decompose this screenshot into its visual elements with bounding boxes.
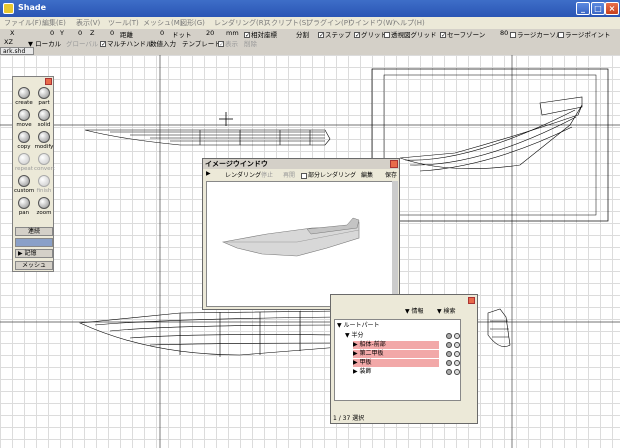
tree-item-deck[interactable]: ▶ 甲板 bbox=[335, 359, 462, 367]
browser-header: ▼ 情報 ▼ 検索 bbox=[331, 306, 477, 315]
mode-toolbar: XZ ▼ ローカル グローバル マルチハンドル 数値入力 テンプレート 表示 削… bbox=[0, 38, 620, 48]
image-window: イメージウインドウ ▶ レンダリング 停止 再開 部分レンダリング 編集 保存 bbox=[202, 158, 400, 310]
y-label: Y bbox=[60, 29, 64, 37]
info-dropdown[interactable]: ▼ 情報 bbox=[405, 306, 424, 315]
image-window-title: イメージウインドウ bbox=[203, 159, 399, 169]
rendered-ship bbox=[221, 217, 360, 257]
create-tool[interactable]: create bbox=[14, 87, 34, 106]
part-tool[interactable]: part bbox=[34, 87, 54, 106]
image-window-scrollbar[interactable] bbox=[392, 181, 398, 307]
menu-view[interactable]: 表示(V) bbox=[76, 18, 100, 28]
save-menu[interactable]: 保存 bbox=[385, 170, 397, 179]
render-preview bbox=[206, 181, 394, 307]
z-value[interactable]: 0 bbox=[110, 29, 114, 37]
search-dropdown[interactable]: ▼ 検索 bbox=[437, 306, 456, 315]
image-window-close-icon[interactable] bbox=[390, 160, 398, 168]
x-label: X bbox=[10, 29, 15, 37]
move-tool[interactable]: move bbox=[14, 109, 34, 128]
repeat-tool[interactable]: repeat bbox=[14, 153, 34, 172]
menu-render[interactable]: レンダリング(R) bbox=[214, 18, 266, 28]
size-value[interactable]: 80 bbox=[500, 29, 508, 37]
play-icon[interactable]: ▶ bbox=[206, 170, 211, 177]
unit-select[interactable]: mm bbox=[226, 29, 239, 37]
copy-tool[interactable]: copy bbox=[14, 131, 34, 150]
template-button[interactable]: テンプレート bbox=[182, 38, 221, 48]
partial-render-checkbox[interactable]: 部分レンダリング bbox=[301, 170, 356, 179]
tree-item-hull-front[interactable]: ▶ 船体-前部 bbox=[335, 341, 462, 349]
menu-edit[interactable]: 編集(E) bbox=[42, 18, 66, 28]
dot-value[interactable]: 20 bbox=[206, 29, 214, 37]
solid-tool[interactable]: solid bbox=[34, 109, 54, 128]
mesh-button[interactable]: メッシュ bbox=[15, 261, 53, 270]
replay-button[interactable]: 再開 bbox=[283, 170, 295, 179]
browser-panel: ▼ 情報 ▼ 検索 ▼ ルートパート ▼ 半分 ▶ 船体-前部 ▶ 第二甲板 ▶… bbox=[330, 294, 478, 424]
app-title: Shade bbox=[18, 3, 47, 12]
stop-button[interactable]: 停止 bbox=[261, 170, 273, 179]
menu-shape[interactable]: 図形(G) bbox=[180, 18, 205, 28]
app-icon bbox=[3, 3, 14, 14]
pan-tool[interactable]: pan bbox=[14, 197, 34, 216]
menu-mesh[interactable]: メッシュ(M) bbox=[143, 18, 183, 28]
menu-bar: ファイル(F) 編集(E) 表示(V) ツール(T) メッシュ(M) 図形(G)… bbox=[0, 17, 620, 29]
menu-window[interactable]: ウインドウ(W) bbox=[348, 18, 395, 28]
z-label: Z bbox=[90, 29, 95, 37]
menu-tool[interactable]: ツール(T) bbox=[108, 18, 139, 28]
delete-button[interactable]: 削除 bbox=[244, 38, 257, 48]
global-button[interactable]: グローバル bbox=[66, 38, 98, 48]
browser-close-icon[interactable] bbox=[468, 297, 475, 304]
side-view-hull bbox=[487, 308, 511, 347]
front-view-hull bbox=[78, 310, 341, 357]
custom-tool[interactable]: custom bbox=[14, 175, 34, 194]
menu-help[interactable]: ヘルプ(H) bbox=[393, 18, 425, 28]
title-bar: Shade _ □ × bbox=[0, 0, 620, 17]
finish-tool[interactable]: finish bbox=[34, 175, 54, 194]
image-window-toolbar: ▶ レンダリング 停止 再開 部分レンダリング 編集 保存 bbox=[203, 170, 399, 179]
memory-button[interactable]: ▶ 記憶 bbox=[15, 249, 53, 258]
palette-close-icon[interactable] bbox=[45, 78, 52, 85]
minimize-button[interactable]: _ bbox=[576, 2, 590, 15]
tool-palette: create part move solid copy modify repea… bbox=[12, 76, 55, 272]
plane-select[interactable]: XZ bbox=[4, 38, 13, 46]
mode-icons[interactable] bbox=[15, 238, 53, 247]
close-button[interactable]: × bbox=[605, 2, 619, 15]
coordinate-toolbar: X 0 Y 0 Z 0 距離 0 ドット 20 mm 相対座標 分割 ステップ … bbox=[0, 29, 620, 39]
maximize-button[interactable]: □ bbox=[591, 2, 605, 15]
tree-item-second-deck[interactable]: ▶ 第二甲板 bbox=[335, 350, 462, 358]
menu-script[interactable]: スクリプト(S) bbox=[264, 18, 309, 28]
render-button[interactable]: レンダリング bbox=[225, 170, 261, 179]
x-value[interactable]: 0 bbox=[50, 29, 54, 37]
convert-tool[interactable]: convert bbox=[34, 153, 55, 172]
tree-item-half[interactable]: ▼ 半分 bbox=[335, 332, 462, 340]
perspective-hull bbox=[399, 96, 583, 172]
part-tree: ▼ ルートパート ▼ 半分 ▶ 船体-前部 ▶ 第二甲板 ▶ 甲板 ▶ 装飾 bbox=[334, 319, 461, 401]
show-checkbox[interactable]: 表示 bbox=[218, 38, 238, 48]
zoom-tool[interactable]: zoom bbox=[34, 197, 54, 216]
camera-frame bbox=[371, 68, 609, 222]
connect-button[interactable]: 連続 bbox=[15, 227, 53, 236]
numeric-input-button[interactable]: 数値入力 bbox=[150, 38, 176, 48]
menu-file[interactable]: ファイル(F) bbox=[4, 18, 42, 28]
selection-status: 1 / 37 選択 bbox=[333, 415, 365, 422]
modify-tool[interactable]: modify bbox=[34, 131, 54, 150]
y-value[interactable]: 0 bbox=[78, 29, 82, 37]
tree-root[interactable]: ▼ ルートパート bbox=[335, 322, 462, 330]
distance-value[interactable]: 0 bbox=[160, 29, 164, 37]
top-view-hull bbox=[84, 129, 331, 146]
tree-item-decoration[interactable]: ▶ 装飾 bbox=[335, 368, 462, 376]
multi-handle-checkbox[interactable]: マルチハンドル bbox=[100, 38, 153, 48]
edit-menu[interactable]: 編集 bbox=[361, 170, 373, 179]
menu-plugin[interactable]: プラグイン(P) bbox=[306, 18, 351, 28]
document-tab[interactable]: ark.shd bbox=[0, 47, 34, 55]
